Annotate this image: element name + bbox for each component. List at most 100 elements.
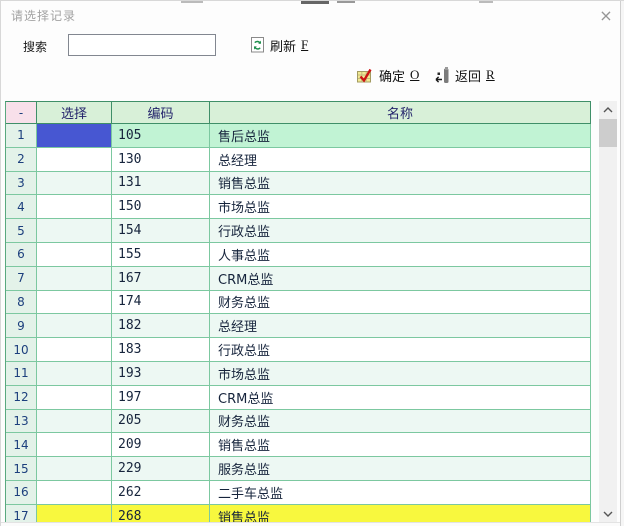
column-header-name[interactable]: 名称	[210, 102, 591, 124]
column-header-select[interactable]: 选择	[37, 102, 112, 124]
name-cell: 销售总监	[210, 505, 591, 522]
back-shortcut: R	[486, 67, 495, 83]
row-number-cell: 14	[6, 433, 37, 457]
table-row[interactable]: 12 197CRM总监	[6, 386, 591, 410]
back-button[interactable]: 返回 R	[435, 65, 495, 85]
row-number-cell: 10	[6, 338, 37, 362]
table-row[interactable]: 5154行政总监	[6, 219, 591, 243]
row-number-cell: 12	[6, 386, 37, 410]
search-label: 搜索	[23, 38, 47, 55]
scroll-down-icon[interactable]	[599, 505, 617, 522]
scrollbar-thumb[interactable]	[599, 119, 617, 147]
row-number-cell: 4	[6, 195, 37, 219]
table-row[interactable]: 6155人事总监	[6, 243, 591, 267]
select-cell[interactable]	[37, 314, 112, 338]
select-cell[interactable]	[37, 195, 112, 219]
row-number-cell: 13	[6, 410, 37, 434]
table-row[interactable]: 3131销售总监	[6, 172, 591, 196]
dialog-title: 请选择记录	[11, 7, 76, 24]
row-number-cell: 3	[6, 172, 37, 196]
select-cell[interactable]	[37, 291, 112, 315]
name-cell: CRM总监	[210, 267, 591, 291]
row-number-cell: 11	[6, 362, 37, 386]
select-cell[interactable]	[37, 172, 112, 196]
code-cell: 229	[112, 457, 210, 481]
background-window-fragment	[181, 1, 203, 3]
back-exit-icon	[435, 67, 450, 84]
code-cell: 105	[112, 124, 210, 148]
ok-button[interactable]: 确定 O	[357, 65, 419, 85]
table-row[interactable]: 11 193市场总监	[6, 362, 591, 386]
table-header-row: - 选择 编码 名称	[6, 102, 591, 124]
scroll-up-icon[interactable]	[599, 101, 617, 118]
name-cell: 服务总监	[210, 457, 591, 481]
select-cell[interactable]	[37, 505, 112, 522]
ok-label: 确定	[379, 66, 405, 85]
select-cell[interactable]	[37, 243, 112, 267]
row-number-cell: 7	[6, 267, 37, 291]
background-window-fragment	[301, 1, 329, 4]
code-cell: 167	[112, 267, 210, 291]
select-cell[interactable]	[37, 219, 112, 243]
code-cell: 182	[112, 314, 210, 338]
vertical-scrollbar[interactable]	[599, 101, 617, 522]
row-number-cell: 2	[6, 148, 37, 172]
code-cell: 155	[112, 243, 210, 267]
table-row[interactable]: 9 182总经理	[6, 314, 591, 338]
search-input[interactable]	[68, 34, 216, 56]
table-row[interactable]: 7 167CRM总监	[6, 267, 591, 291]
select-cell[interactable]	[37, 481, 112, 505]
refresh-shortcut: F	[301, 37, 308, 53]
background-window-bottom: 上级岗位 上级岗位名称	[1, 522, 620, 526]
column-header-index[interactable]: -	[6, 102, 37, 124]
name-cell: 财务总监	[210, 410, 591, 434]
code-cell: 154	[112, 219, 210, 243]
code-cell: 150	[112, 195, 210, 219]
table-row[interactable]: 2130总经理	[6, 148, 591, 172]
table-row[interactable]: 16262二手车总监	[6, 481, 591, 505]
table-row[interactable]: 17268销售总监	[6, 505, 591, 522]
name-cell: 总经理	[210, 148, 591, 172]
name-cell: 总经理	[210, 314, 591, 338]
name-cell: 人事总监	[210, 243, 591, 267]
table-row[interactable]: 15 229服务总监	[6, 457, 591, 481]
select-cell[interactable]	[37, 338, 112, 362]
select-cell[interactable]	[37, 457, 112, 481]
select-cell[interactable]	[37, 433, 112, 457]
name-cell: 市场总监	[210, 362, 591, 386]
name-cell: 财务总监	[210, 291, 591, 315]
select-cell[interactable]	[37, 362, 112, 386]
select-cell[interactable]	[37, 386, 112, 410]
row-number-cell: 17	[6, 505, 37, 522]
background-window-edge	[620, 1, 624, 526]
row-number-cell: 9	[6, 314, 37, 338]
table-row[interactable]: 13 205财务总监	[6, 410, 591, 434]
row-number-cell: 16	[6, 481, 37, 505]
row-number-cell: 8	[6, 291, 37, 315]
select-cell[interactable]	[37, 148, 112, 172]
ok-check-icon	[357, 67, 374, 83]
name-cell: 售后总监	[210, 124, 591, 148]
select-cell[interactable]	[37, 124, 112, 148]
code-cell: 183	[112, 338, 210, 362]
close-icon[interactable]: ×	[595, 4, 617, 26]
code-cell: 197	[112, 386, 210, 410]
row-number-cell: 1	[6, 124, 37, 148]
name-cell: CRM总监	[210, 386, 591, 410]
code-cell: 193	[112, 362, 210, 386]
table-row[interactable]: 1 105售后总监	[6, 124, 591, 148]
table-row[interactable]: 10183行政总监	[6, 338, 591, 362]
table-row[interactable]: 4150市场总监	[6, 195, 591, 219]
ok-shortcut: O	[410, 67, 419, 83]
row-number-cell: 15	[6, 457, 37, 481]
refresh-button[interactable]: 刷新F	[250, 35, 308, 55]
record-table: - 选择 编码 名称 1 105售后总监2130总经理3131销售总监4 150 市场…	[5, 101, 591, 522]
table-row[interactable]: 8174财务总监	[6, 291, 591, 315]
select-cell[interactable]	[37, 267, 112, 291]
background-window-fragment	[337, 1, 355, 3]
column-header-code[interactable]: 编码	[112, 102, 210, 124]
code-cell: 205	[112, 410, 210, 434]
table-row[interactable]: 14209销售总监	[6, 433, 591, 457]
name-cell: 销售总监	[210, 172, 591, 196]
select-cell[interactable]	[37, 410, 112, 434]
